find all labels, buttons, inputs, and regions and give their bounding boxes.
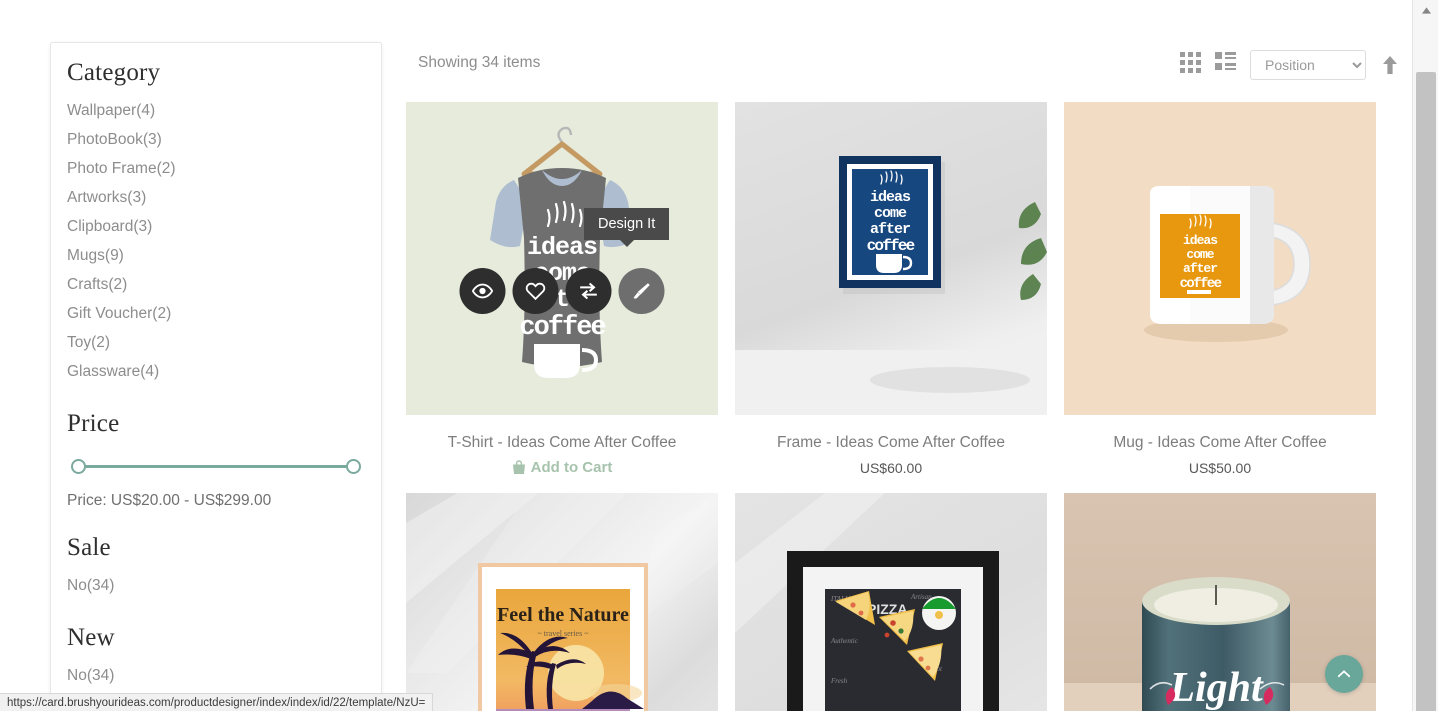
eye-icon — [471, 283, 494, 299]
design-it-tooltip: Design It — [584, 208, 670, 247]
scrollbar-thumb[interactable] — [1416, 72, 1436, 711]
list-view-icon[interactable] — [1215, 52, 1236, 78]
svg-text:coffee: coffee — [519, 313, 605, 343]
svg-text:come: come — [1186, 247, 1214, 262]
browser-viewport: Category Wallpaper(4) PhotoBook(3) Photo… — [0, 0, 1412, 711]
sort-direction-ascending-icon[interactable] — [1380, 53, 1400, 77]
price-slider-max-handle[interactable] — [346, 459, 361, 474]
svg-text:ideas: ideas — [870, 189, 911, 206]
product-price: US$50.00 — [1188, 460, 1252, 476]
product-hover-actions — [459, 268, 665, 314]
framed-poster-artwork: ideas come after coffee — [735, 156, 1047, 415]
showing-count: Showing 34 items — [418, 54, 541, 71]
price-slider-min-handle[interactable] — [71, 459, 86, 474]
design-it-action[interactable] — [618, 268, 665, 314]
product-image-tshirt[interactable]: ideas come after coffee Design It — [406, 102, 718, 415]
sale-heading: Sale — [67, 534, 111, 561]
compare-action[interactable] — [565, 268, 612, 314]
svg-text:after: after — [870, 221, 910, 238]
category-heading: Category — [67, 59, 161, 86]
price-range-slider[interactable] — [71, 456, 361, 478]
product-title[interactable]: Frame - Ideas Come After Coffee — [735, 434, 1047, 452]
product-grid: ideas come after coffee Design It T-Shir… — [406, 102, 1412, 711]
grid-view-icon[interactable] — [1180, 52, 1201, 78]
wishlist-action[interactable] — [512, 268, 559, 314]
price-range-label: Price: US$20.00 - US$299.00 — [67, 492, 272, 509]
svg-text:Fresh: Fresh — [830, 677, 848, 685]
svg-text:come: come — [874, 205, 907, 222]
product-card: ideas come after coffee Mug - Ideas Come… — [1064, 102, 1376, 476]
poster-title-text: Feel the Nature — [497, 604, 629, 626]
new-heading: New — [67, 624, 115, 651]
svg-text:coffee: coffee — [1180, 276, 1222, 292]
scroll-up-arrow-icon[interactable] — [1413, 0, 1438, 20]
heart-icon — [525, 282, 546, 301]
product-price: US$60.00 — [859, 460, 923, 476]
product-card: ideas come after coffee Design It T-Shir… — [406, 102, 718, 476]
filter-gift-voucher[interactable]: Gift Voucher(2) — [67, 299, 365, 328]
product-card: ideas come after coffee Frame - Ideas Co… — [735, 102, 1047, 476]
browser-status-bar: https://card.brushyourideas.com/productd… — [0, 693, 434, 711]
filter-artworks[interactable]: Artworks(3) — [67, 183, 365, 212]
filter-photobook[interactable]: PhotoBook(3) — [67, 125, 365, 154]
compare-arrows-icon — [580, 282, 597, 300]
filter-new-no[interactable]: No(34) — [67, 661, 365, 690]
svg-text:ideas: ideas — [1183, 233, 1218, 248]
svg-text:coffee: coffee — [867, 237, 915, 255]
browser-scrollbar[interactable] — [1412, 0, 1438, 711]
svg-text:after: after — [1183, 261, 1217, 276]
filter-sidebar: Category Wallpaper(4) PhotoBook(3) Photo… — [50, 42, 382, 711]
filter-clipboard[interactable]: Clipboard(3) — [67, 212, 365, 241]
filter-glassware[interactable]: Glassware(4) — [67, 357, 365, 386]
product-listing-page: Category Wallpaper(4) PhotoBook(3) Photo… — [0, 0, 1438, 711]
product-listing-main: Showing 34 items Position ideas come aft… — [406, 0, 1412, 711]
pizza-poster-artwork: ITALIANArtisan AuthenticSlice Freshhot E… — [735, 493, 999, 711]
filter-wallpaper[interactable]: Wallpaper(4) — [67, 96, 365, 125]
filter-mugs[interactable]: Mugs(9) — [67, 241, 365, 270]
quick-view-action[interactable] — [459, 268, 506, 314]
product-card: Feel the Nature ~ travel series ~ — [406, 493, 718, 711]
product-title[interactable]: Mug - Ideas Come After Coffee — [1064, 434, 1376, 452]
filter-toy[interactable]: Toy(2) — [67, 328, 365, 357]
nature-poster-artwork: Feel the Nature ~ travel series ~ — [406, 493, 718, 711]
price-slider-track — [80, 465, 352, 468]
product-title[interactable]: T-Shirt - Ideas Come After Coffee — [406, 434, 718, 452]
product-image-nature-poster[interactable]: Feel the Nature ~ travel series ~ — [406, 493, 718, 711]
product-image-frame[interactable]: ideas come after coffee — [735, 102, 1047, 415]
candle-word-light: Light — [1168, 665, 1264, 711]
tshirt-artwork: ideas come after coffee — [490, 126, 634, 378]
toolbar-controls: Position Product Name Price — [1180, 50, 1400, 80]
svg-text:~ travel series ~: ~ travel series ~ — [537, 629, 589, 638]
filter-crafts[interactable]: Crafts(2) — [67, 270, 365, 299]
paintbrush-icon — [633, 283, 650, 299]
shopping-bag-icon — [512, 460, 525, 474]
sort-by-select[interactable]: Position Product Name Price — [1250, 50, 1366, 80]
product-card: ITALIANArtisan AuthenticSlice Freshhot E… — [735, 493, 1047, 711]
filter-photo-frame[interactable]: Photo Frame(2) — [67, 154, 365, 183]
add-to-cart-label: Add to Cart — [530, 459, 613, 476]
mug-artwork: ideas come after coffee — [1144, 186, 1311, 342]
scroll-to-top-button[interactable] — [1325, 655, 1363, 693]
product-image-pizza-frame[interactable]: ITALIANArtisan AuthenticSlice Freshhot E… — [735, 493, 1047, 711]
product-image-mug[interactable]: ideas come after coffee — [1064, 102, 1376, 415]
svg-text:Authentic: Authentic — [830, 637, 859, 645]
chevron-up-icon — [1337, 670, 1351, 678]
price-heading: Price — [67, 410, 120, 437]
add-to-cart-button[interactable]: Add to Cart — [406, 459, 718, 476]
listing-toolbar: Showing 34 items Position — [418, 50, 1400, 82]
filter-sale-no[interactable]: No(34) — [67, 571, 365, 600]
status-bar-url: https://card.brushyourideas.com/productd… — [7, 696, 426, 709]
